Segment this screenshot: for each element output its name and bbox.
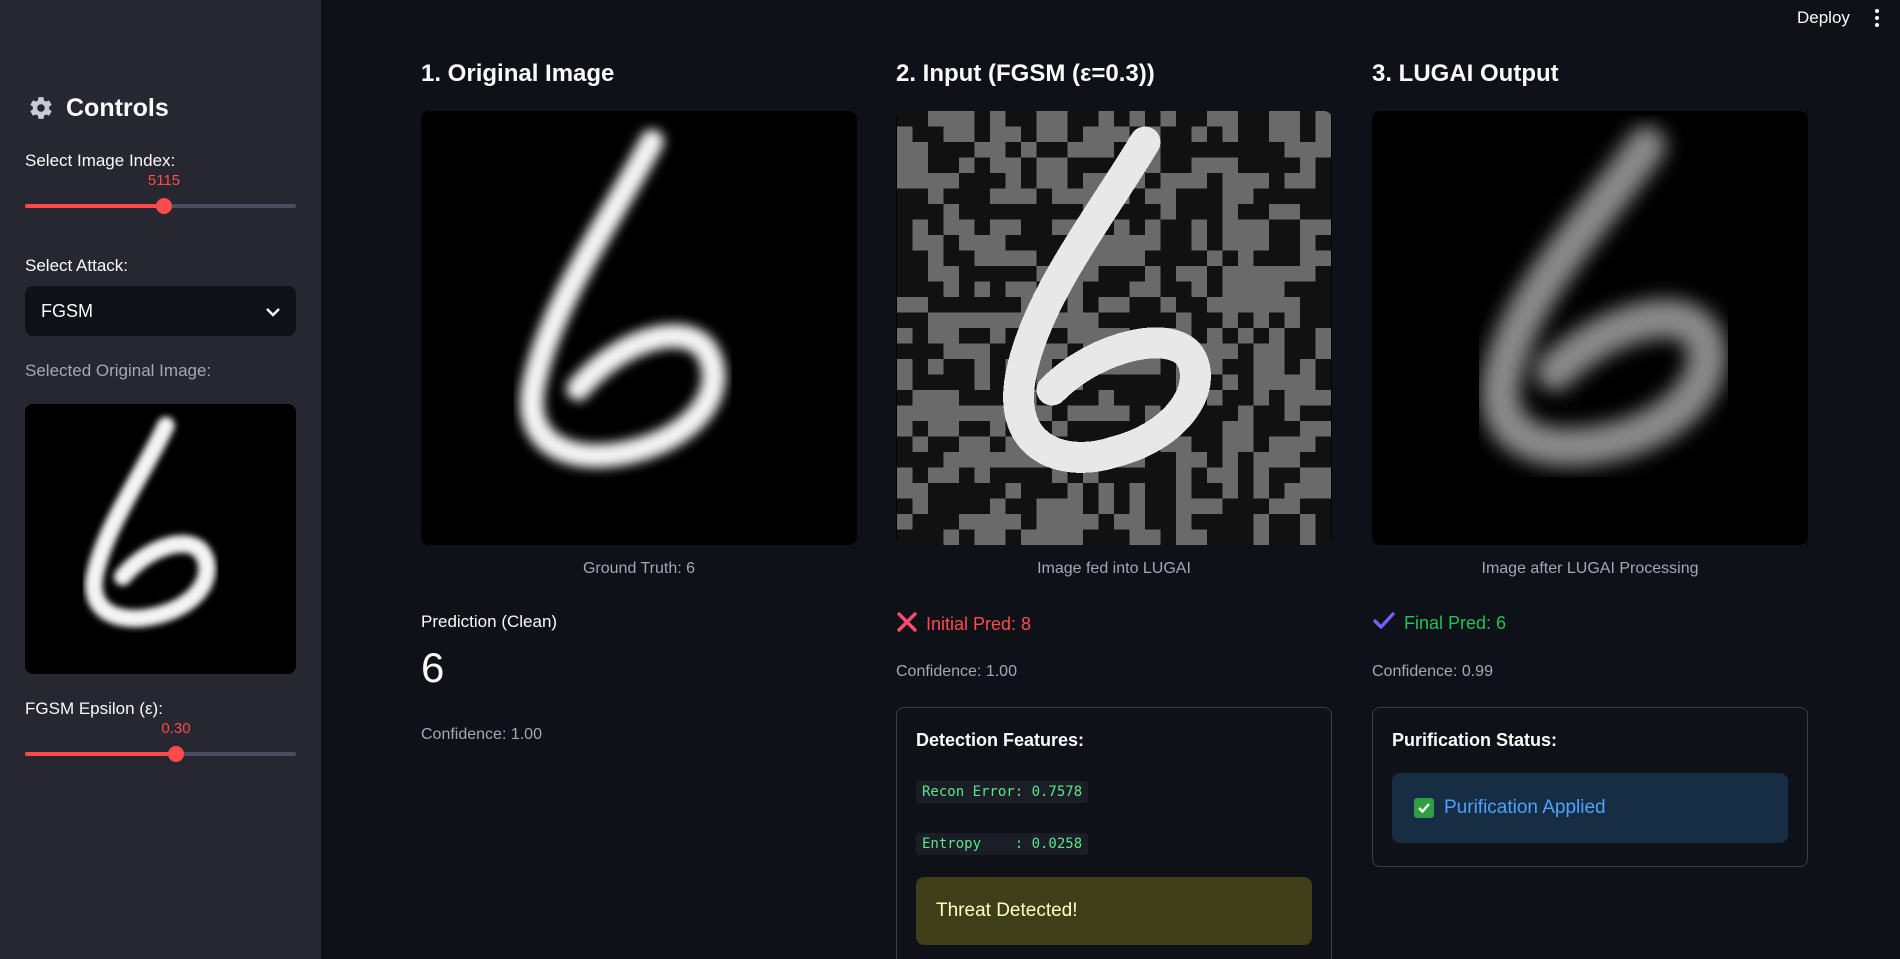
original-confidence: Confidence: 1.00: [421, 726, 542, 743]
purification-alert: Purification Applied: [1392, 773, 1788, 843]
prediction-label: Prediction (Clean): [421, 612, 558, 631]
deploy-button[interactable]: Deploy: [1797, 8, 1850, 28]
recon-error: Recon Error: 0.7578: [916, 781, 1089, 803]
epsilon-label: FGSM Epsilon (ε):: [25, 699, 163, 718]
original-image-thumbnail: [25, 404, 296, 674]
slider-fill: [25, 752, 176, 756]
image-index-slider[interactable]: 5115: [25, 172, 296, 218]
initial-prediction-text: Initial Pred: 8: [926, 614, 1032, 634]
detection-features-box: Detection Features: Recon Error: 0.7578 …: [896, 707, 1332, 959]
sidebar-title-text: Controls: [66, 94, 169, 122]
image-index-value: 5115: [147, 172, 181, 189]
original-title: 1. Original Image: [421, 60, 615, 87]
final-prediction-text: Final Pred: 6: [1404, 613, 1507, 633]
cross-icon: [896, 611, 918, 638]
entropy: Entropy : 0.0258: [916, 833, 1089, 855]
input-confidence: Confidence: 1.00: [896, 663, 1017, 680]
sidebar-title: Controls: [28, 94, 169, 123]
prediction-value: 6: [421, 644, 445, 691]
gear-icon: [28, 95, 56, 123]
original-image: [421, 111, 857, 545]
adversarial-image: [896, 111, 1332, 545]
purification-status-box: Purification Status: Purification Applie…: [1372, 707, 1808, 867]
output-title: 3. LUGAI Output: [1372, 60, 1559, 87]
output-confidence: Confidence: 0.99: [1372, 663, 1493, 680]
purification-alert-text: Purification Applied: [1444, 797, 1606, 818]
input-title: 2. Input (FGSM (ε=0.3)): [896, 60, 1155, 87]
epsilon-slider[interactable]: 0.30: [25, 720, 296, 766]
output-caption: Image after LUGAI Processing: [1481, 560, 1699, 577]
slider-thumb[interactable]: [168, 746, 184, 762]
check-icon: [1372, 611, 1396, 636]
original-image-label: Selected Original Image:: [25, 361, 212, 380]
checkbox-icon: [1414, 798, 1434, 818]
slider-thumb[interactable]: [156, 198, 172, 214]
attack-select[interactable]: FGSM: [25, 286, 296, 336]
epsilon-value: 0.30: [161, 720, 191, 737]
input-caption: Image fed into LUGAI: [1037, 560, 1191, 577]
vertical-ellipsis-icon[interactable]: [1872, 6, 1882, 30]
original-caption: Ground Truth: 6: [582, 560, 696, 577]
slider-fill: [25, 204, 164, 208]
chevron-down-icon: [266, 301, 280, 322]
attack-label: Select Attack:: [25, 256, 128, 275]
threat-alert: Threat Detected!: [916, 877, 1312, 945]
purification-title: Purification Status:: [1392, 730, 1558, 750]
detection-title: Detection Features:: [916, 730, 1085, 750]
final-prediction: Final Pred: 6: [1372, 611, 1506, 636]
purified-image: [1372, 111, 1808, 545]
attack-select-value: FGSM: [41, 300, 93, 321]
image-index-label: Select Image Index:: [25, 151, 176, 170]
initial-prediction: Initial Pred: 8: [896, 611, 1031, 638]
sidebar: Controls Select Image Index: 5115 Select…: [0, 0, 321, 959]
